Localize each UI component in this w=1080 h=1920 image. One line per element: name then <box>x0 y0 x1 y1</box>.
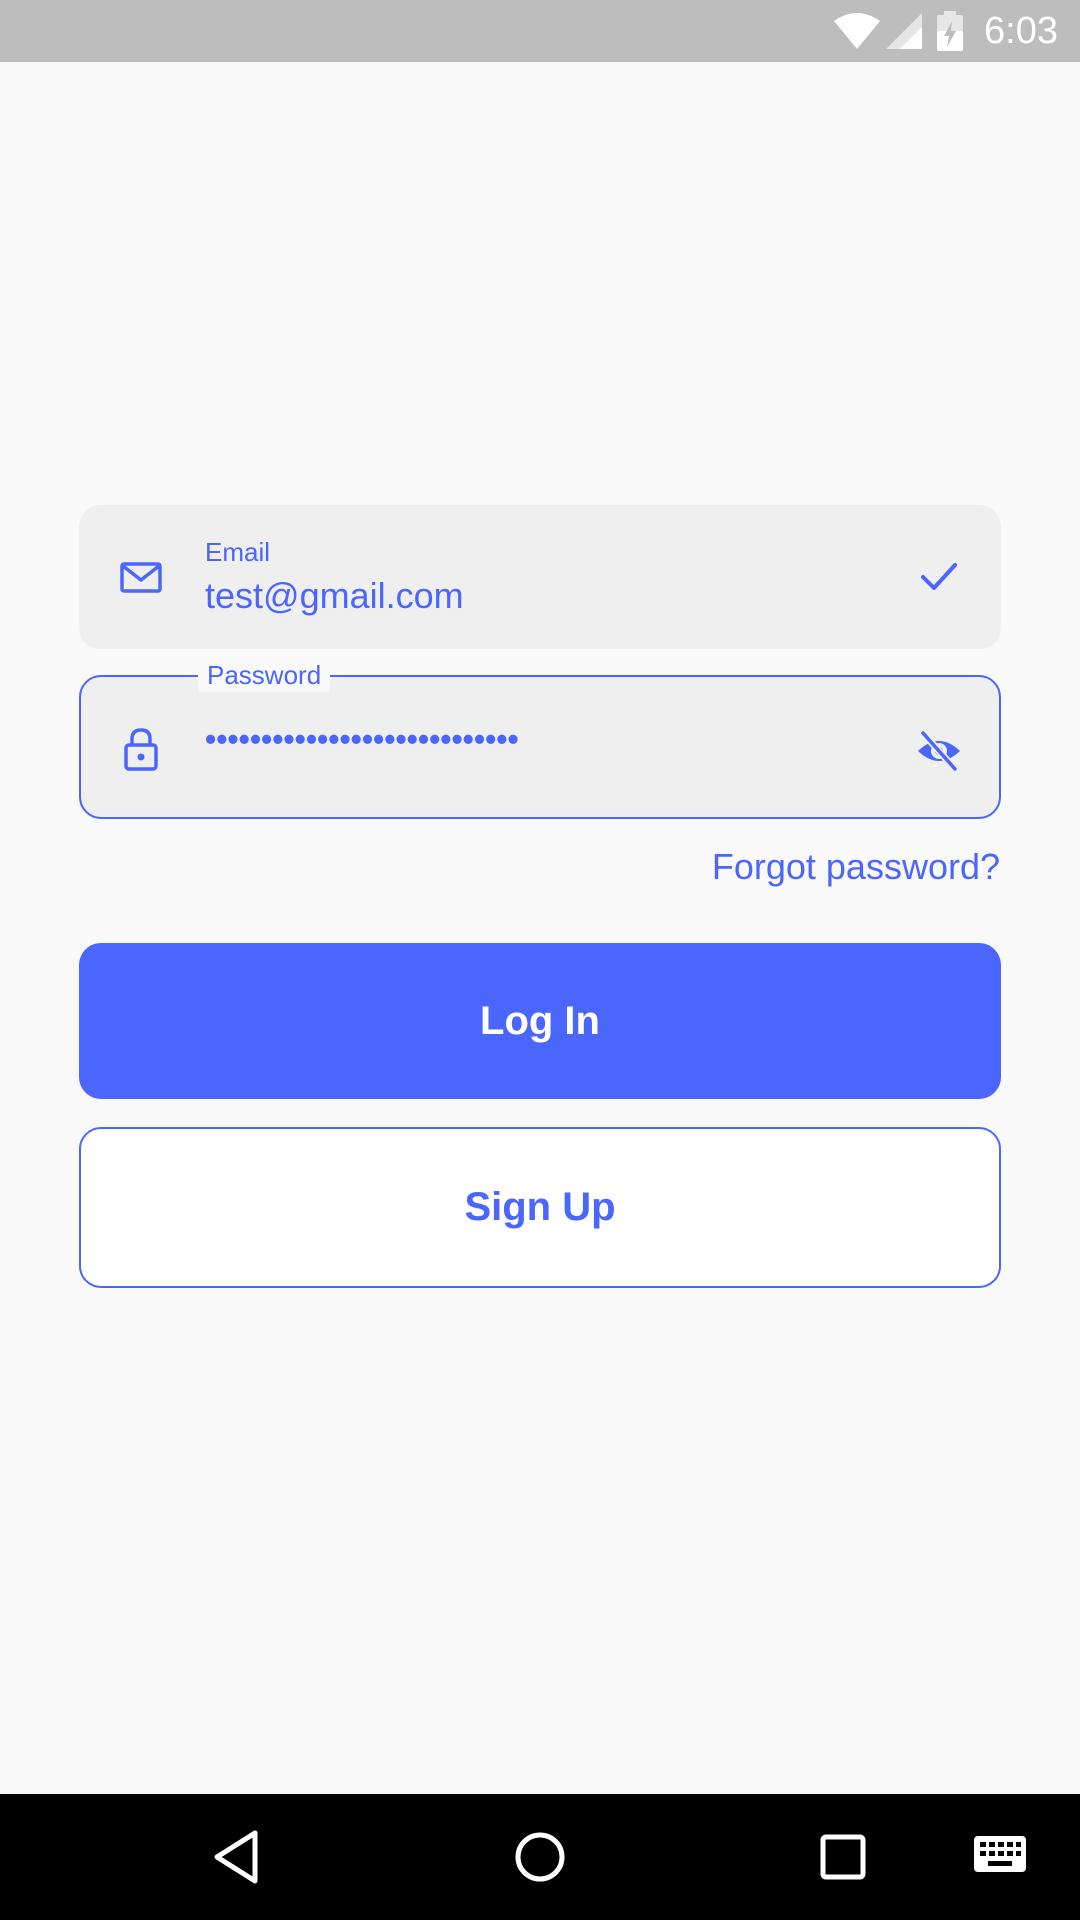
password-input[interactable]: •••••••••••••••••••••••••••• <box>205 721 625 758</box>
email-input[interactable]: test@gmail.com <box>205 575 464 617</box>
signup-button[interactable]: Sign Up <box>79 1127 1001 1288</box>
mail-icon <box>119 555 163 599</box>
battery-charging-icon <box>936 11 964 51</box>
status-bar: 6:03 <box>0 0 1080 62</box>
back-icon[interactable] <box>207 1827 267 1887</box>
email-field[interactable]: Email test@gmail.com <box>79 505 1001 649</box>
status-time: 6:03 <box>984 9 1058 52</box>
email-label: Email <box>205 537 271 567</box>
recents-icon[interactable] <box>813 1827 873 1887</box>
forgot-password-link[interactable]: Forgot password? <box>712 846 1000 888</box>
lock-icon <box>119 727 163 771</box>
navigation-bar <box>0 1794 1080 1920</box>
signup-button-label: Sign Up <box>464 1185 616 1229</box>
status-icons: 6:03 <box>834 0 1080 62</box>
login-button[interactable]: Log In <box>79 943 1001 1099</box>
keyboard-icon[interactable] <box>970 1830 1030 1882</box>
cell-signal-icon <box>886 13 923 49</box>
login-button-label: Log In <box>480 998 600 1043</box>
wifi-icon <box>834 13 881 49</box>
password-label: Password <box>198 658 331 692</box>
password-field[interactable]: Password •••••••••••••••••••••••••••• <box>79 658 1001 819</box>
visibility-off-icon[interactable] <box>915 727 963 775</box>
check-icon <box>917 555 961 599</box>
home-icon[interactable] <box>510 1827 570 1887</box>
